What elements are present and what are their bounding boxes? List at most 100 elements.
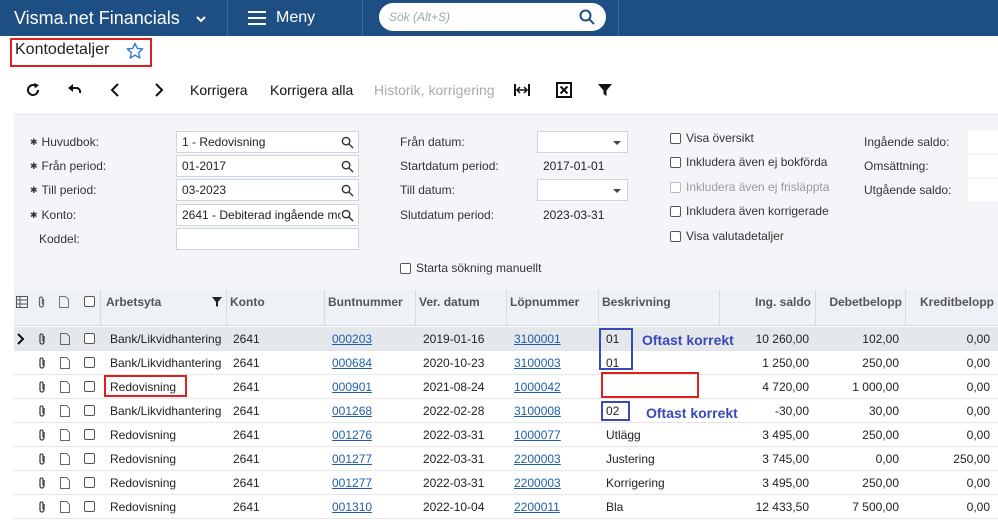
historik-korrigering-button[interactable]: Historik, korrigering bbox=[374, 82, 495, 98]
dropdown-caret-icon bbox=[613, 189, 621, 193]
lookup-icon[interactable] bbox=[341, 184, 354, 197]
cell-lopnummer-link[interactable]: 3100003 bbox=[514, 351, 561, 375]
document-icon[interactable] bbox=[59, 429, 71, 441]
cell-debetbelopp: 102,00 bbox=[862, 332, 899, 346]
row-checkbox[interactable] bbox=[84, 381, 95, 392]
cell-konto: 2641 bbox=[233, 332, 260, 346]
till-period-field[interactable]: 03-2023 bbox=[176, 179, 359, 201]
cell-buntnummer-link[interactable]: 000684 bbox=[332, 351, 372, 375]
cell-lopnummer-link[interactable]: 3100001 bbox=[514, 327, 561, 351]
cell-buntnummer-link[interactable]: 001276 bbox=[332, 423, 372, 447]
paperclip-icon[interactable] bbox=[36, 357, 48, 369]
starta-sokning-checkbox[interactable] bbox=[400, 263, 411, 274]
chevron-right-icon[interactable] bbox=[150, 82, 166, 98]
paperclip-icon[interactable] bbox=[36, 429, 48, 441]
excel-export-icon[interactable] bbox=[556, 82, 572, 98]
paperclip-icon[interactable] bbox=[36, 477, 48, 489]
fran-period-field[interactable]: 01-2017 bbox=[176, 155, 359, 177]
document-icon[interactable] bbox=[59, 381, 71, 393]
table-row[interactable]: Redovisning 2641 001277 2022-03-31 2200003 Ju… bbox=[14, 447, 998, 471]
cell-buntnummer-link[interactable]: 001277 bbox=[332, 447, 372, 471]
inkl-ej-frislappta-checkbox[interactable] bbox=[670, 182, 681, 193]
cell-lopnummer-link[interactable]: 3100008 bbox=[514, 399, 561, 423]
paperclip-icon[interactable] bbox=[36, 381, 48, 393]
row-checkbox[interactable] bbox=[84, 453, 95, 464]
cell-buntnummer-link[interactable]: 001277 bbox=[332, 471, 372, 495]
filter-icon[interactable] bbox=[597, 82, 613, 98]
cell-buntnummer-link[interactable]: 001268 bbox=[332, 399, 372, 423]
inkl-korrigerade-checkbox[interactable] bbox=[670, 206, 681, 217]
chevron-left-icon[interactable] bbox=[108, 82, 124, 98]
document-icon[interactable] bbox=[59, 357, 71, 369]
visa-oversikt-checkbox[interactable] bbox=[670, 133, 681, 144]
column-filter-icon[interactable] bbox=[212, 297, 222, 307]
table-row[interactable]: Redovisning 2641 001310 2022-10-04 2200011 Bl… bbox=[14, 495, 998, 519]
header-arbetsyta[interactable]: Arbetsyta bbox=[106, 290, 218, 326]
header-buntnummer[interactable]: Buntnummer bbox=[328, 290, 403, 326]
header-ing-saldo[interactable]: Ing. saldo bbox=[719, 290, 811, 326]
document-icon[interactable] bbox=[59, 405, 71, 417]
row-checkbox[interactable] bbox=[84, 501, 95, 512]
paperclip-icon[interactable] bbox=[36, 453, 48, 465]
cell-lopnummer-link[interactable]: 1000077 bbox=[514, 423, 561, 447]
cell-lopnummer-link[interactable]: 2200011 bbox=[514, 495, 560, 519]
table-row[interactable]: Bank/Likvidhantering 2641 001268 2022-02-28… bbox=[14, 399, 998, 423]
app-brand[interactable]: Visma.net Financials bbox=[14, 0, 180, 36]
search-input[interactable] bbox=[389, 8, 569, 26]
lookup-icon[interactable] bbox=[341, 136, 354, 149]
select-all-checkbox[interactable] bbox=[84, 296, 95, 307]
row-checkbox[interactable] bbox=[84, 357, 95, 368]
menu-button[interactable]: Meny bbox=[276, 0, 315, 36]
lookup-icon[interactable] bbox=[341, 160, 354, 173]
paperclip-icon[interactable] bbox=[36, 333, 48, 345]
koddel-field[interactable] bbox=[176, 228, 359, 250]
inkl-ej-bokforda-label: Inkludera även ej bokförda bbox=[686, 155, 828, 169]
header-beskrivning[interactable]: Beskrivning bbox=[602, 290, 671, 326]
row-checkbox[interactable] bbox=[84, 477, 95, 488]
cell-buntnummer-link[interactable]: 001310 bbox=[332, 495, 372, 519]
document-icon[interactable] bbox=[59, 333, 71, 345]
table-row[interactable]: Bank/Likvidhantering 2641 000203 2019-01-16… bbox=[14, 327, 998, 351]
cell-buntnummer-link[interactable]: 000203 bbox=[332, 327, 372, 351]
header-lopnummer[interactable]: Löpnummer bbox=[510, 290, 579, 326]
fran-datum-select[interactable] bbox=[537, 131, 628, 153]
document-icon[interactable] bbox=[59, 501, 71, 513]
row-checkbox[interactable] bbox=[84, 429, 95, 440]
star-icon[interactable] bbox=[126, 42, 144, 60]
search-icon[interactable] bbox=[579, 9, 595, 25]
cell-lopnummer-link[interactable]: 1000042 bbox=[514, 375, 561, 399]
table-row[interactable]: Redovisning 2641 001277 2022-03-31 2200003 Ko… bbox=[14, 471, 998, 495]
inkl-ej-bokforda-checkbox[interactable] bbox=[670, 157, 681, 168]
fit-columns-icon[interactable] bbox=[514, 82, 530, 98]
paperclip-icon[interactable] bbox=[36, 501, 48, 513]
cell-lopnummer-link[interactable]: 2200003 bbox=[514, 471, 561, 495]
paperclip-icon[interactable] bbox=[36, 405, 48, 417]
till-datum-select[interactable] bbox=[537, 179, 628, 201]
korrigera-alla-button[interactable]: Korrigera alla bbox=[270, 82, 353, 98]
chevron-down-icon[interactable] bbox=[194, 12, 208, 26]
cell-lopnummer-link[interactable]: 2200003 bbox=[514, 447, 561, 471]
visa-valuta-checkbox[interactable] bbox=[670, 231, 681, 242]
hamburger-menu-icon[interactable] bbox=[248, 11, 266, 25]
row-checkbox[interactable] bbox=[84, 405, 95, 416]
header-kreditbelopp[interactable]: Kreditbelopp bbox=[905, 290, 994, 326]
row-checkbox[interactable] bbox=[84, 333, 95, 344]
header-debetbelopp[interactable]: Debetbelopp bbox=[815, 290, 902, 326]
lookup-icon[interactable] bbox=[341, 209, 354, 222]
huvudbok-field[interactable]: 1 - Redovisning bbox=[176, 131, 359, 153]
undo-icon[interactable] bbox=[67, 82, 83, 98]
cell-konto: 2641 bbox=[233, 452, 260, 466]
column-settings-icon[interactable] bbox=[16, 296, 28, 308]
refresh-icon[interactable] bbox=[25, 82, 41, 98]
table-row[interactable]: Redovisning 2641 001276 2022-03-31 1000077 Ut… bbox=[14, 423, 998, 447]
document-icon[interactable] bbox=[59, 477, 71, 489]
cell-ver-datum: 2022-10-04 bbox=[423, 500, 485, 514]
header-konto[interactable]: Konto bbox=[230, 290, 265, 326]
header-ver-datum[interactable]: Ver. datum bbox=[419, 290, 480, 326]
konto-field[interactable]: 2641 - Debiterad ingående mom bbox=[176, 204, 359, 226]
cell-buntnummer-link[interactable]: 000901 bbox=[332, 375, 372, 399]
paperclip-icon bbox=[38, 296, 45, 308]
document-icon[interactable] bbox=[59, 453, 71, 465]
korrigera-button[interactable]: Korrigera bbox=[190, 82, 248, 98]
table-row[interactable]: Bank/Likvidhantering 2641 000684 2020-10-23… bbox=[14, 351, 998, 375]
